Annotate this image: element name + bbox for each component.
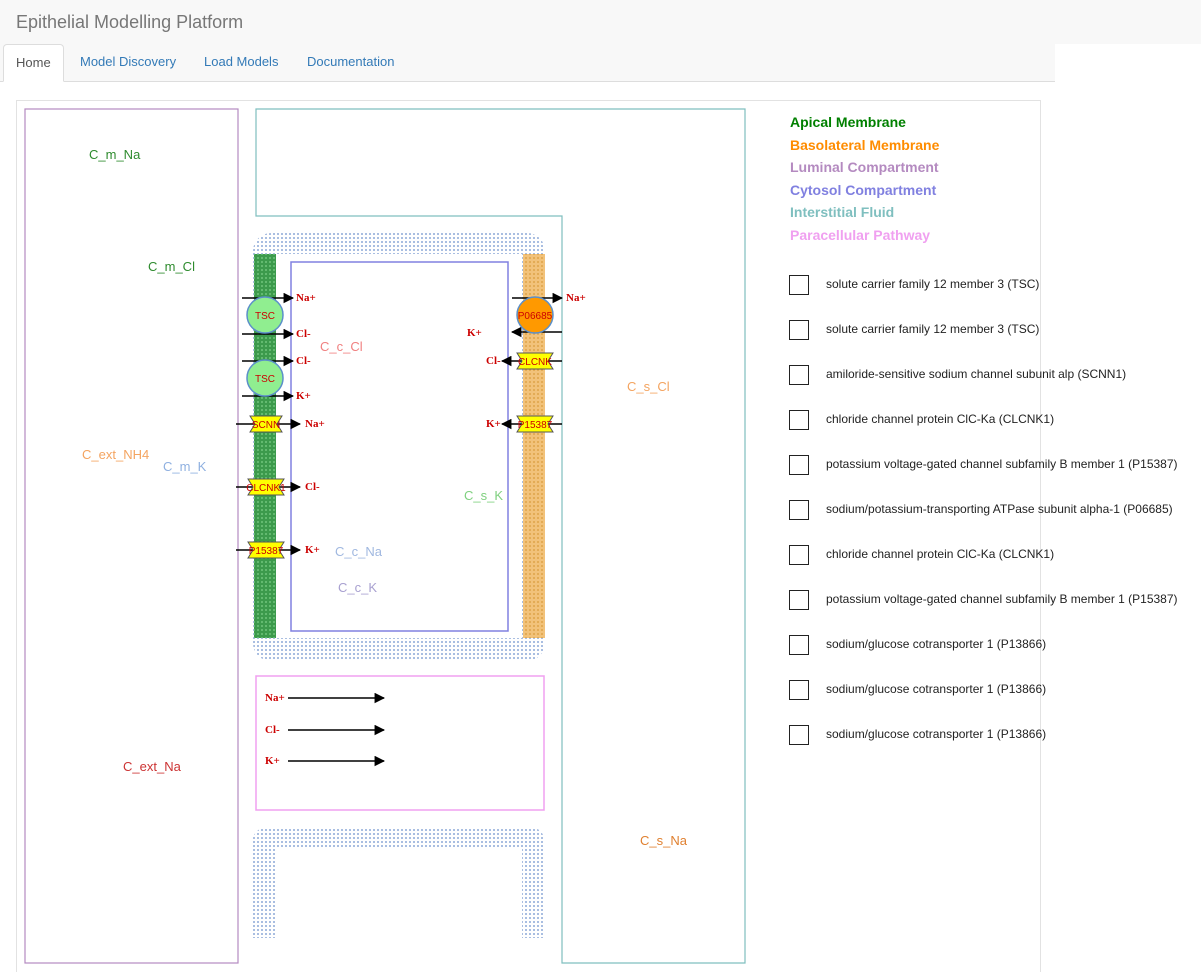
ion-label: Cl-: [305, 481, 320, 493]
label-c-c-na: C_c_Na: [335, 544, 382, 559]
ion-label: K+: [296, 390, 311, 402]
model-checkbox[interactable]: [789, 725, 809, 745]
ion-label: K+: [265, 755, 280, 767]
label-c-m-cl: C_m_Cl: [148, 259, 195, 274]
cytosol-compartment: [290, 261, 509, 632]
model-label: chloride channel protein ClC-Ka (CLCNK1): [826, 547, 1055, 561]
ion-label: Cl-: [265, 724, 280, 736]
legend-apical-membrane: Apical Membrane: [790, 114, 906, 130]
model-label: sodium/glucose cotransporter 1 (P13866): [826, 727, 1047, 741]
label-c-s-k: C_s_K: [464, 488, 504, 503]
ion-label: Na+: [305, 418, 325, 430]
model-label: solute carrier family 12 member 3 (TSC): [826, 322, 1040, 336]
model-checkbox[interactable]: [789, 590, 809, 610]
paracellular-pathway: [255, 675, 545, 811]
ion-label: Na+: [265, 692, 285, 704]
tight-junction-lower: [252, 827, 545, 938]
svg-text:P15387: P15387: [518, 420, 553, 431]
model-label: chloride channel protein ClC-Ka (CLCNK1): [826, 412, 1055, 426]
model-checkbox[interactable]: [789, 545, 809, 565]
ion-label: Cl-: [486, 355, 501, 367]
label-c-s-cl: C_s_Cl: [627, 379, 670, 394]
model-label: potassium voltage-gated channel subfamil…: [826, 592, 1178, 606]
model-label: sodium/glucose cotransporter 1 (P13866): [826, 682, 1047, 696]
ion-label: Cl-: [296, 328, 311, 340]
ion-label: Na+: [296, 292, 316, 304]
model-checkbox[interactable]: [789, 455, 809, 475]
model-checkbox[interactable]: [789, 635, 809, 655]
label-c-s-na: C_s_Na: [640, 833, 687, 848]
model-checkbox[interactable]: [789, 275, 809, 295]
ion-label: K+: [486, 418, 501, 430]
model-checkbox[interactable]: [789, 680, 809, 700]
legend-basolateral-membrane: Basolateral Membrane: [790, 137, 940, 153]
model-label: sodium/glucose cotransporter 1 (P13866): [826, 637, 1047, 651]
svg-text:TSC: TSC: [255, 311, 275, 322]
ion-label: K+: [467, 327, 482, 339]
clcnk1-channel[interactable]: CLCNK1: [246, 478, 286, 496]
luminal-compartment: [24, 108, 239, 964]
label-c-ext-na: C_ext_Na: [123, 759, 181, 774]
label-c-c-k: C_c_K: [338, 580, 378, 595]
model-label: sodium/potassium-transporting ATPase sub…: [826, 502, 1173, 516]
ion-label: Cl-: [296, 355, 311, 367]
svg-text:TSC: TSC: [255, 374, 275, 385]
legend-interstitial-fluid: Interstitial Fluid: [790, 204, 895, 220]
legend-luminal-compartment: Luminal Compartment: [790, 159, 939, 175]
model-checkbox[interactable]: [789, 410, 809, 430]
label-c-ext-nh4: C_ext_NH4: [82, 447, 150, 462]
epithelial-diagram: TSC TSC P06685 SCNN CLCNK1 P15387 CLCNK …: [24, 108, 746, 964]
model-label: solute carrier family 12 member 3 (TSC): [826, 277, 1040, 291]
tsc-transporter-2[interactable]: TSC: [246, 359, 284, 397]
legend-cytosol-compartment: Cytosol Compartment: [790, 182, 937, 198]
scnn-channel[interactable]: SCNN: [249, 415, 283, 433]
label-c-c-cl: C_c_Cl: [320, 339, 363, 354]
svg-text:P15387: P15387: [249, 546, 284, 557]
svg-text:P06685: P06685: [518, 311, 553, 322]
model-label: potassium voltage-gated channel subfamil…: [826, 457, 1178, 471]
svg-text:SCNN: SCNN: [252, 420, 280, 431]
clcnk-channel-basolateral[interactable]: CLCNK: [516, 352, 554, 370]
ion-label: Na+: [566, 292, 586, 304]
model-label: amiloride-sensitive sodium channel subun…: [826, 367, 1127, 381]
label-c-m-k: C_m_K: [163, 459, 207, 474]
svg-text:CLCNK: CLCNK: [518, 357, 552, 368]
legend-paracellular-pathway: Paracellular Pathway: [790, 227, 931, 243]
model-checkbox[interactable]: [789, 500, 809, 520]
model-checkbox[interactable]: [789, 320, 809, 340]
label-c-m-na: C_m_Na: [89, 147, 141, 162]
svg-text:CLCNK1: CLCNK1: [246, 483, 286, 494]
tsc-transporter-1[interactable]: TSC: [246, 296, 284, 334]
p15387-channel-basolateral[interactable]: P15387: [516, 415, 554, 433]
p06685-pump[interactable]: P06685: [516, 296, 554, 334]
model-checkbox[interactable]: [789, 365, 809, 385]
ion-label: K+: [305, 544, 320, 556]
p15387-channel-apical[interactable]: P15387: [247, 541, 285, 559]
